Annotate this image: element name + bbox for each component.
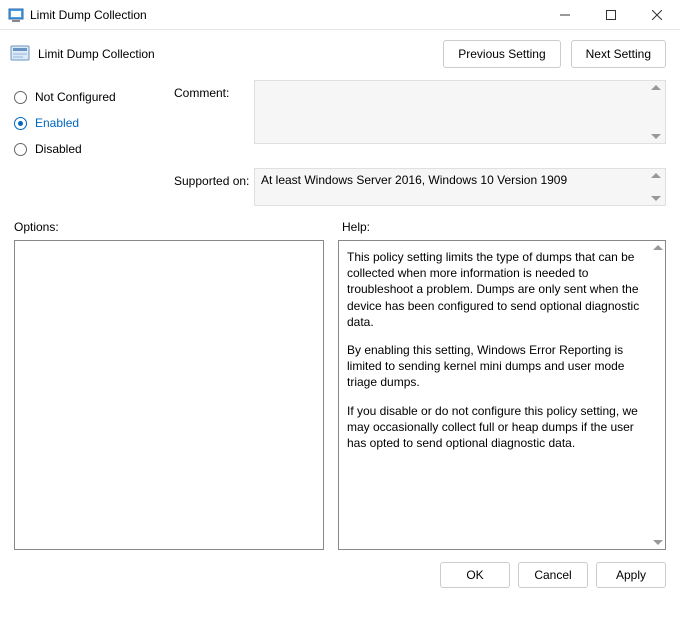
help-paragraph: If you disable or do not configure this … bbox=[347, 403, 647, 452]
policy-title: Limit Dump Collection bbox=[38, 47, 155, 61]
supported-on-value: At least Windows Server 2016, Windows 10… bbox=[261, 173, 567, 187]
comment-label: Comment: bbox=[174, 84, 254, 110]
scroll-down-icon[interactable] bbox=[653, 540, 663, 545]
radio-icon bbox=[14, 117, 27, 130]
scroll-down-icon[interactable] bbox=[651, 134, 661, 139]
help-label: Help: bbox=[342, 220, 666, 234]
header-row: Limit Dump Collection Previous Setting N… bbox=[0, 30, 680, 76]
window-title: Limit Dump Collection bbox=[30, 8, 147, 22]
ok-button[interactable]: OK bbox=[440, 562, 510, 588]
supported-on-box: At least Windows Server 2016, Windows 10… bbox=[254, 168, 666, 206]
next-setting-button[interactable]: Next Setting bbox=[571, 40, 666, 68]
help-paragraph: This policy setting limits the type of d… bbox=[347, 249, 647, 330]
radio-not-configured[interactable]: Not Configured bbox=[14, 84, 174, 110]
options-panel bbox=[14, 240, 324, 550]
maximize-button[interactable] bbox=[588, 0, 634, 30]
radio-label: Disabled bbox=[35, 142, 82, 156]
scroll-up-icon[interactable] bbox=[651, 173, 661, 178]
radio-label: Not Configured bbox=[35, 90, 116, 104]
supported-on-label: Supported on: bbox=[174, 168, 254, 206]
scroll-down-icon[interactable] bbox=[651, 196, 661, 201]
state-radio-group: Not Configured Enabled Disabled bbox=[14, 80, 174, 162]
comment-textarea[interactable] bbox=[254, 80, 666, 144]
apply-button[interactable]: Apply bbox=[596, 562, 666, 588]
policy-icon bbox=[10, 45, 30, 63]
scroll-up-icon[interactable] bbox=[653, 245, 663, 250]
cancel-button[interactable]: Cancel bbox=[518, 562, 588, 588]
help-paragraph: By enabling this setting, Windows Error … bbox=[347, 342, 647, 391]
app-icon bbox=[8, 7, 24, 23]
title-bar: Limit Dump Collection bbox=[0, 0, 680, 30]
minimize-button[interactable] bbox=[542, 0, 588, 30]
radio-disabled[interactable]: Disabled bbox=[14, 136, 174, 162]
previous-setting-button[interactable]: Previous Setting bbox=[443, 40, 560, 68]
options-label: Options: bbox=[14, 220, 342, 234]
close-button[interactable] bbox=[634, 0, 680, 30]
radio-icon bbox=[14, 91, 27, 104]
help-panel: This policy setting limits the type of d… bbox=[338, 240, 666, 550]
radio-enabled[interactable]: Enabled bbox=[14, 110, 174, 136]
radio-icon bbox=[14, 143, 27, 156]
radio-label: Enabled bbox=[35, 116, 79, 130]
dialog-footer: OK Cancel Apply bbox=[0, 550, 680, 600]
scroll-up-icon[interactable] bbox=[651, 85, 661, 90]
